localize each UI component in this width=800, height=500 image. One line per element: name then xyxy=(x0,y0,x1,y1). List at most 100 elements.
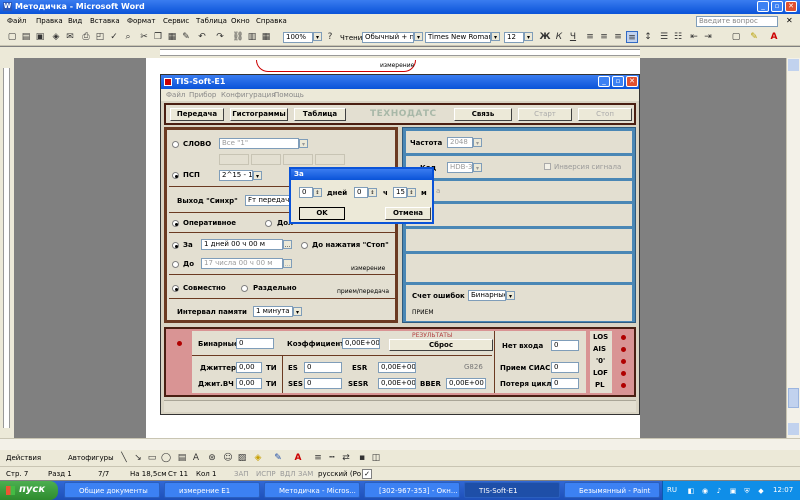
line-color-icon[interactable]: ✎ xyxy=(272,452,284,464)
menu-help[interactable]: Справка xyxy=(256,17,287,25)
psp-dropdown-icon[interactable]: ▾ xyxy=(253,171,262,180)
taskbar-item-tis[interactable]: TIS-Soft-E1 xyxy=(464,482,560,498)
line-spacing-icon[interactable]: ↕ xyxy=(642,31,654,43)
error-count-select[interactable]: Бинарные xyxy=(468,290,506,301)
vertical-ruler[interactable] xyxy=(0,58,14,438)
histograms-button[interactable]: Гистограммы xyxy=(230,108,288,121)
outdent-icon[interactable]: ⇤ xyxy=(688,31,700,43)
permission-icon[interactable]: ◈ xyxy=(50,31,62,43)
hours-input[interactable]: 0 xyxy=(354,187,368,198)
status-rec[interactable]: ЗАП xyxy=(234,470,249,478)
help-search-input[interactable]: Введите вопрос xyxy=(696,16,778,27)
tray-antivirus-icon[interactable]: ◉ xyxy=(699,485,711,497)
psp-select[interactable]: 2^15 - 1 xyxy=(219,170,253,181)
zoom-dropdown-icon[interactable]: ▾ xyxy=(313,32,322,41)
ok-button[interactable]: OK xyxy=(299,207,345,220)
menu-file[interactable]: Файл xyxy=(7,17,26,25)
format-painter-icon[interactable]: ✎ xyxy=(180,31,192,43)
menu-view[interactable]: Вид xyxy=(68,17,82,25)
stop-button[interactable]: Стоп xyxy=(578,108,632,121)
border-icon[interactable]: ▢ xyxy=(730,31,742,43)
link-button[interactable]: Связь xyxy=(454,108,512,121)
arrow-icon[interactable]: ↘ xyxy=(132,452,144,464)
indent-icon[interactable]: ⇥ xyxy=(702,31,714,43)
line-icon[interactable]: ╲ xyxy=(118,452,130,464)
for-duration-field[interactable]: 1 дней 00 ч 00 м xyxy=(201,239,283,250)
picture-icon[interactable]: ▨ xyxy=(236,452,248,464)
code-select[interactable]: HDB-3 xyxy=(447,162,473,173)
status-ext[interactable]: ВДЛ xyxy=(280,470,296,478)
textbox-icon[interactable]: ▤ xyxy=(176,452,188,464)
long-term-radio[interactable] xyxy=(265,220,272,227)
size-dropdown-icon[interactable]: ▾ xyxy=(524,32,533,41)
minimize-button[interactable]: _ xyxy=(757,1,769,12)
menu-table[interactable]: Таблица xyxy=(196,17,227,25)
start-button[interactable]: Старт xyxy=(518,108,572,121)
taskbar-item-measurement[interactable]: измерение E1 xyxy=(164,482,260,498)
tray-security-icon[interactable]: ⛨ xyxy=(741,485,753,497)
copy-icon[interactable]: ❐ xyxy=(152,31,164,43)
minutes-input[interactable]: 15 xyxy=(393,187,407,198)
italic-icon[interactable]: К xyxy=(553,31,565,43)
separate-radio[interactable] xyxy=(241,285,248,292)
hyperlink-icon[interactable]: ⛓ xyxy=(232,31,244,43)
cut-icon[interactable]: ✂ xyxy=(138,31,150,43)
font-size-select[interactable]: 12 xyxy=(504,32,524,43)
bold-icon[interactable]: Ж xyxy=(539,31,551,43)
menu-format[interactable]: Формат xyxy=(127,17,155,25)
transfer-button[interactable]: Передача xyxy=(170,108,224,121)
cancel-button[interactable]: Отмена xyxy=(385,207,431,220)
preview-icon[interactable]: ◰ xyxy=(94,31,106,43)
style-select[interactable]: Обычный + по ц xyxy=(362,32,414,43)
tis-menu-help[interactable]: Помощь xyxy=(274,91,304,99)
arrow-style-icon[interactable]: ⇄ xyxy=(340,452,352,464)
horizontal-scrollbar[interactable] xyxy=(0,438,800,450)
tray-volume-icon[interactable]: ♪ xyxy=(713,485,725,497)
align-left-icon[interactable]: ≡ xyxy=(584,31,596,43)
tis-title-bar[interactable]: TIS-Soft-E1 _ ▫ ✕ xyxy=(161,75,639,89)
undo-icon[interactable]: ↶ xyxy=(196,31,208,43)
minutes-spin-icon[interactable]: ⇕ xyxy=(407,188,416,197)
freq-select[interactable]: 2048 xyxy=(447,137,473,148)
bullets-icon[interactable]: ☷ xyxy=(672,31,684,43)
until-stop-radio[interactable] xyxy=(301,242,308,249)
3d-icon[interactable]: ◫ xyxy=(370,452,382,464)
word-radio[interactable] xyxy=(172,141,179,148)
freq-dropdown-icon[interactable]: ▾ xyxy=(473,138,482,147)
tray-lang[interactable]: RU xyxy=(667,486,677,494)
tis-close-button[interactable]: ✕ xyxy=(626,76,638,87)
underline-icon[interactable]: Ч xyxy=(567,31,579,43)
tray-network-icon[interactable]: ◧ xyxy=(685,485,697,497)
research-icon[interactable]: ⌕ xyxy=(122,31,134,43)
tray-update-icon[interactable]: ◆ xyxy=(755,485,767,497)
word-select[interactable]: Все "1" xyxy=(219,138,299,149)
hours-spin-icon[interactable]: ⇕ xyxy=(368,188,377,197)
taskbar-item-word[interactable]: Методичка - Micros... xyxy=(264,482,360,498)
days-input[interactable]: 0 xyxy=(299,187,313,198)
open-icon[interactable]: ▤ xyxy=(20,31,32,43)
draw-font-color-icon[interactable]: A xyxy=(292,452,304,464)
align-right-icon[interactable]: ≡ xyxy=(612,31,624,43)
spelling-icon[interactable]: ✓ xyxy=(108,31,120,43)
menu-tools[interactable]: Сервис xyxy=(163,17,189,25)
tis-menu-config[interactable]: Конфигурация xyxy=(221,91,275,99)
clipart-icon[interactable]: ☺ xyxy=(222,452,234,464)
word-title-bar[interactable]: W Методичка - Microsoft Word _ ▫ ✕ xyxy=(0,0,800,14)
horizontal-ruler[interactable] xyxy=(0,47,800,58)
days-spin-icon[interactable]: ⇕ xyxy=(313,188,322,197)
to-datetime-field[interactable]: 17 числа 00 ч 00 м xyxy=(201,258,283,269)
tables-borders-icon[interactable]: ▥ xyxy=(246,31,258,43)
taskbar-item-paint[interactable]: Безымянный - Paint xyxy=(564,482,660,498)
start-button[interactable]: пуск xyxy=(0,481,58,500)
table-button[interactable]: Таблица xyxy=(294,108,346,121)
dash-style-icon[interactable]: ┅ xyxy=(326,452,338,464)
print-icon[interactable]: ⎙ xyxy=(80,31,92,43)
align-center-icon[interactable]: ≡ xyxy=(598,31,610,43)
line-style-icon[interactable]: ≡ xyxy=(312,452,324,464)
menu-window[interactable]: Окно xyxy=(231,17,250,25)
word-dropdown-icon[interactable]: ▾ xyxy=(299,139,308,148)
code-dropdown-icon[interactable]: ▾ xyxy=(473,163,482,172)
vertical-scrollbar[interactable] xyxy=(786,58,800,438)
memory-dropdown-icon[interactable]: ▾ xyxy=(293,307,302,316)
autoshapes-menu[interactable]: Автофигуры xyxy=(68,454,114,462)
